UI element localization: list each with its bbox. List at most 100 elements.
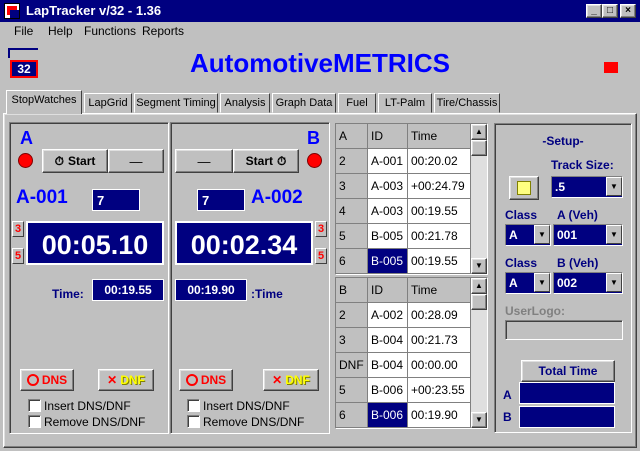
grid-a-row-time[interactable]: 00:21.78 [408,224,471,249]
veh-b-select[interactable]: 002 ▼ [553,272,623,294]
scroll-up-icon[interactable]: ▲ [471,278,487,294]
grid-b-header-b: B [336,278,368,303]
class-a-select[interactable]: A ▼ [505,224,551,246]
watch-b-dnf-button[interactable]: ✕ DNF [263,369,319,391]
setup-action-button[interactable] [509,176,539,200]
stopwatch-icon: ⏱ [54,153,65,168]
chevron-down-icon[interactable]: ▼ [534,273,550,292]
grid-a-row-id[interactable]: A-003 [368,174,408,199]
total-b-label: B [503,410,512,424]
veh-a-label: A (Veh) [557,208,598,222]
watch-b-time-value: 00:19.90 [175,279,247,301]
scroll-down-icon[interactable]: ▼ [471,412,487,428]
lap-grid-b[interactable]: B ID Time 2 A-002 00:28.09 3 B-004 00:21… [335,277,488,429]
tab-lt-palm[interactable]: LT-Palm [378,93,432,113]
app-icon[interactable] [4,3,20,19]
watch-b-light [307,153,322,168]
watch-a-blank-button[interactable]: — [108,149,164,173]
watch-a-insert-checkbox[interactable] [28,399,41,412]
watch-b-counter-down[interactable]: 5 [315,248,327,264]
grid-b-row-time[interactable]: 00:00.00 [408,353,471,378]
class-b-label: Class [505,256,538,270]
grid-b-row-id[interactable]: B-004 [368,328,408,353]
watch-b-insert-checkbox[interactable] [187,399,200,412]
chevron-down-icon[interactable]: ▼ [534,225,550,244]
watch-b-blank-button[interactable]: — [175,149,233,173]
chevron-down-icon[interactable]: ▼ [606,225,622,244]
watch-b-remove-checkbox[interactable] [187,415,200,428]
grid-b-row-id[interactable]: B-006 [368,378,408,403]
grid-a-row-time[interactable]: 00:20.02 [408,149,471,174]
watch-b-dnf-label: DNF [285,373,310,387]
grid-b-row-num: 3 [336,328,368,353]
grid-a-row-time[interactable]: +00:24.79 [408,174,471,199]
grid-b-row-id[interactable]: A-002 [368,303,408,328]
watch-b-counter-up[interactable]: 3 [315,221,327,237]
scroll-thumb[interactable] [471,140,487,156]
status-indicator [604,62,618,73]
scroll-thumb[interactable] [471,294,487,310]
track-size-select[interactable]: .5 ▼ [551,176,623,198]
watch-a-counter-down[interactable]: 5 [12,248,24,264]
grid-a-scrollbar[interactable]: ▲ ▼ [471,124,487,274]
stopwatch-b-panel: B — Start ⏱ 7 A-002 00:02.34 3 5 00:19.9… [170,122,330,434]
watch-b-dns-button[interactable]: DNS [179,369,233,391]
grid-b-row-time[interactable]: 00:19.90 [408,403,471,428]
total-a-label: A [503,388,512,402]
grid-b-row-time[interactable]: 00:28.09 [408,303,471,328]
tab-tire-chassis[interactable]: Tire/Chassis [434,93,500,113]
grid-a-header-time: Time [408,124,471,149]
veh-b-label: B (Veh) [557,256,599,270]
grid-b-row-time[interactable]: +00:23.55 [408,378,471,403]
x-icon: ✕ [107,373,118,387]
menu-functions[interactable]: Functions [84,24,136,38]
grid-a-row-id-selected[interactable]: B-005 [368,249,408,274]
scroll-down-icon[interactable]: ▼ [471,258,487,274]
grid-b-header-id: ID [368,278,408,303]
total-time-button[interactable]: Total Time [521,360,615,382]
watch-b-start-button[interactable]: Start ⏱ [233,149,299,173]
tab-stopwatches[interactable]: StopWatches [6,90,82,114]
grid-a-row-time[interactable]: 00:19.55 [408,249,471,274]
menu-help[interactable]: Help [48,24,73,38]
tab-graph-data[interactable]: Graph Data [272,93,336,113]
chevron-down-icon[interactable]: ▼ [606,177,622,196]
menu-file[interactable]: File [14,24,33,38]
class-b-select[interactable]: A ▼ [505,272,551,294]
maximize-button[interactable]: □ [602,4,618,18]
watch-a-start-label: Start [68,154,96,168]
grid-a-row-id[interactable]: A-001 [368,149,408,174]
userlogo-label: UserLogo: [505,304,565,318]
minimize-button[interactable]: _ [586,4,602,18]
watch-a-clock: 00:05.10 [26,221,164,265]
grid-b-row-time[interactable]: 00:21.73 [408,328,471,353]
grid-a-row-id[interactable]: A-003 [368,199,408,224]
menu-reports[interactable]: Reports [142,24,184,38]
grid-a-row-time[interactable]: 00:19.55 [408,199,471,224]
watch-a-dns-button[interactable]: DNS [20,369,74,391]
tab-fuel[interactable]: Fuel [338,93,376,113]
grid-a-row-id[interactable]: B-005 [368,224,408,249]
veh-a-value: 001 [557,228,578,242]
grid-b-row-id-selected[interactable]: B-006 [368,403,408,428]
watch-b-entry: 7 [197,189,245,211]
pencil-paper-icon [517,181,531,195]
watch-a-remove-checkbox[interactable] [28,415,41,428]
tab-segment-timing[interactable]: Segment Timing [134,93,218,113]
grid-b-row-id[interactable]: B-004 [368,353,408,378]
close-button[interactable]: × [620,4,636,18]
chevron-down-icon[interactable]: ▼ [606,273,622,292]
watch-a-entry: 7 [92,189,140,211]
lap-grid-a[interactable]: A ID Time 2 A-001 00:20.02 3 A-003 +00:2… [335,123,488,275]
grid-b-scrollbar[interactable]: ▲ ▼ [471,278,487,428]
scroll-up-icon[interactable]: ▲ [471,124,487,140]
tab-lapgrid[interactable]: LapGrid [84,93,132,113]
watch-a-dnf-button[interactable]: ✕ DNF [98,369,154,391]
watch-a-start-button[interactable]: ⏱ Start [42,149,108,173]
watch-a-letter: A [20,128,33,148]
track-size-value: .5 [555,180,566,194]
grid-a-header-id: ID [368,124,408,149]
tab-analysis[interactable]: Analysis [220,93,270,113]
veh-a-select[interactable]: 001 ▼ [553,224,623,246]
watch-a-counter-up[interactable]: 3 [12,221,24,237]
